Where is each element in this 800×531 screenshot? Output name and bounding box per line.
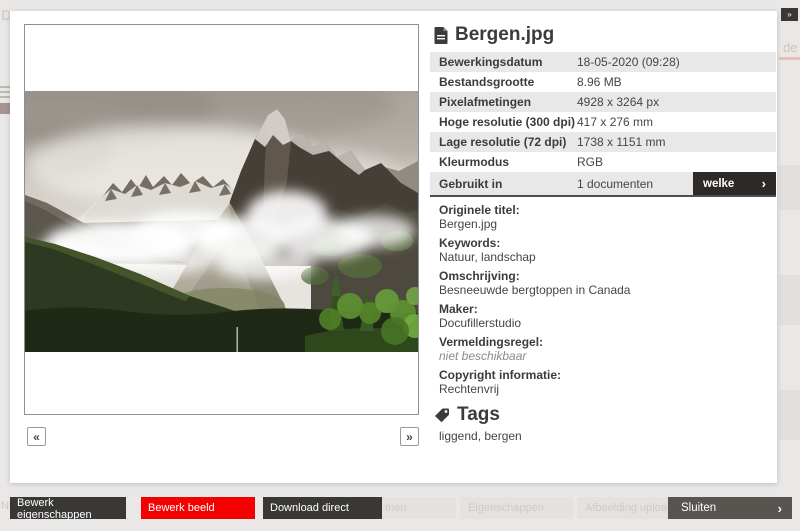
meta-original-title: Originele titel: Bergen.jpg	[439, 203, 776, 231]
meta-value: niet beschikbaar	[439, 349, 776, 363]
previous-image-button[interactable]: «	[27, 427, 46, 446]
double-chevron-badge-icon: »	[781, 8, 798, 21]
table-row: Pixelafmetingen 4928 x 3264 px	[430, 92, 776, 112]
meta-keywords: Keywords: Natuur, landschap	[439, 236, 776, 264]
table-row: Hoge resolutie (300 dpi) 417 x 276 mm	[430, 112, 776, 132]
next-image-button[interactable]: »	[400, 427, 419, 446]
background-text-fragment: de	[783, 40, 797, 55]
download-direct-button[interactable]: Download direct	[263, 497, 382, 519]
table-row: Bewerkingsdatum 18-05-2020 (09:28)	[430, 52, 776, 72]
metadata-fields: Originele titel: Bergen.jpg Keywords: Na…	[430, 203, 776, 396]
meta-label: Originele titel:	[439, 203, 776, 217]
file-icon	[434, 27, 448, 44]
metadata-table: Bewerkingsdatum 18-05-2020 (09:28) Besta…	[430, 52, 776, 197]
row-value: 8.96 MB	[577, 75, 622, 89]
table-row: Lage resolutie (72 dpi) 1738 x 1151 mm	[430, 132, 776, 152]
meta-value: Rechtenvrij	[439, 382, 776, 396]
background-block	[779, 275, 800, 325]
background-tab-underline	[779, 57, 800, 60]
chevron-right-icon: ›	[778, 501, 782, 516]
welke-button[interactable]: welke ›	[693, 172, 776, 195]
table-row: Kleurmodus RGB	[430, 152, 776, 172]
row-label: Pixelafmetingen	[430, 95, 577, 109]
table-row: Bestandsgrootte 8.96 MB	[430, 72, 776, 92]
asset-detail-modal: « » Bergen.jpg Bewerkingsdatum 18-05-202…	[10, 11, 777, 483]
close-button-label: Sluiten	[681, 502, 716, 514]
tags-heading-row: Tags	[430, 404, 776, 426]
chevron-right-icon: ›	[762, 176, 766, 191]
row-label: Bestandsgrootte	[430, 75, 577, 89]
row-value: 18-05-2020 (09:28)	[577, 55, 680, 69]
meta-label: Omschrijving:	[439, 269, 776, 283]
row-value: 1 documenten	[577, 177, 653, 191]
background-block	[779, 390, 800, 440]
table-row-used-in: Gebruikt in 1 documenten welke ›	[430, 172, 776, 195]
meta-value: Natuur, landschap	[439, 250, 776, 264]
meta-value: Bergen.jpg	[439, 217, 776, 231]
row-value: 417 x 276 mm	[577, 115, 653, 129]
meta-description: Omschrijving: Besneeuwde bergtoppen in C…	[439, 269, 776, 297]
edit-properties-button[interactable]: Bewerk eigenschappen	[10, 497, 126, 519]
meta-value: Besneeuwde bergtoppen in Canada	[439, 283, 776, 297]
row-value: 4928 x 3264 px	[577, 95, 659, 109]
row-label: Gebruikt in	[430, 177, 577, 191]
row-value: 1738 x 1151 mm	[577, 135, 666, 149]
row-label: Hoge resolutie (300 dpi)	[430, 115, 577, 129]
background-block	[779, 165, 800, 210]
photo-mountain-landscape	[25, 91, 418, 352]
meta-credit-line: Vermeldingsregel: niet beschikbaar	[439, 335, 776, 363]
meta-copyright: Copyright informatie: Rechtenvrij	[439, 368, 776, 396]
tags-heading: Tags	[457, 404, 500, 426]
tag-icon	[434, 407, 450, 423]
meta-creator: Maker: Docufillerstudio	[439, 302, 776, 330]
file-title-row: Bergen.jpg	[430, 24, 776, 46]
meta-value: Docufillerstudio	[439, 316, 776, 330]
image-preview-frame	[24, 24, 419, 415]
metadata-panel: Bergen.jpg Bewerkingsdatum 18-05-2020 (0…	[430, 24, 776, 443]
meta-label: Maker:	[439, 302, 776, 316]
ghost-button-fragment: men	[377, 497, 456, 519]
close-button[interactable]: Sluiten ›	[668, 497, 792, 519]
meta-label: Copyright informatie:	[439, 368, 776, 382]
welke-button-label: welke	[703, 178, 734, 190]
row-value: RGB	[577, 155, 603, 169]
meta-label: Keywords:	[439, 236, 776, 250]
edit-image-button[interactable]: Bewerk beeld	[141, 497, 255, 519]
page-title: Bergen.jpg	[455, 24, 554, 46]
row-label: Bewerkingsdatum	[430, 55, 577, 69]
ghost-button-eigenschappen: Eigenschappen	[460, 497, 573, 519]
row-label: Kleurmodus	[430, 155, 577, 169]
meta-label: Vermeldingsregel:	[439, 335, 776, 349]
row-label: Lage resolutie (72 dpi)	[430, 135, 577, 149]
tags-value: liggend, bergen	[430, 429, 776, 443]
